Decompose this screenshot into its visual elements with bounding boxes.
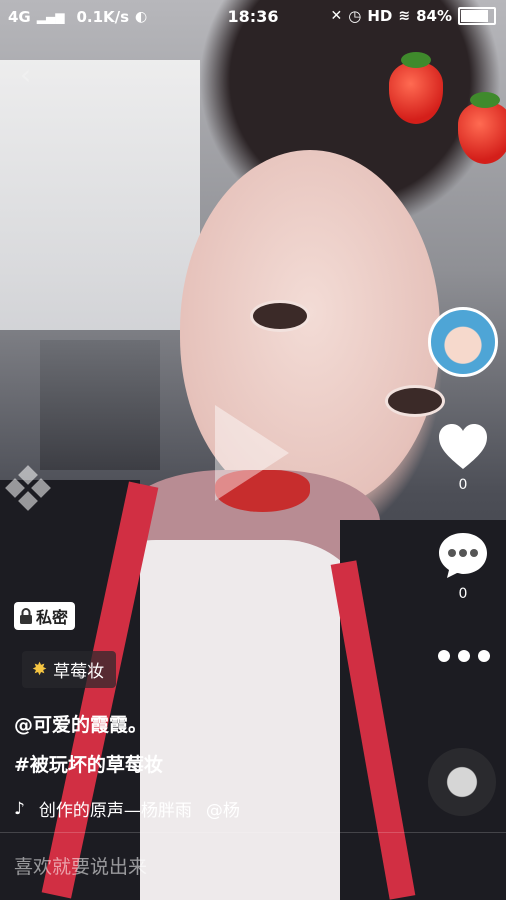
music-author: @杨 (205, 801, 240, 821)
private-label: 私密 (36, 608, 69, 627)
like-count: 0 (458, 477, 468, 493)
lock-icon (20, 608, 32, 624)
more-icon[interactable] (438, 650, 490, 662)
mute-icon: ✕ (330, 8, 343, 24)
comment-icon (439, 533, 487, 578)
comment-input[interactable]: 喜欢就要说出来 (14, 852, 147, 879)
filter-label: 草莓妆 (53, 662, 105, 682)
tiktok-note-icon: ♪ (14, 798, 25, 819)
play-icon[interactable] (215, 405, 289, 501)
private-badge: 私密 (14, 602, 76, 630)
hd-label: HD (367, 7, 393, 25)
diamond-icon[interactable] (5, 465, 51, 511)
author-avatar[interactable] (428, 307, 498, 377)
back-icon[interactable]: ‹ (20, 61, 46, 89)
battery-percent: 84% (416, 7, 452, 25)
status-bar: 4G ▂▄▆ 0.1K/s ◐ 18:36 ✕ ◷ HD ≋ 84% (0, 0, 506, 34)
comment-button[interactable]: 0 (435, 530, 491, 602)
filter-tag[interactable]: ✸ 草莓妆 (22, 651, 117, 688)
wifi-icon: ≋ (398, 8, 411, 24)
music-info[interactable]: ♪ 创作的原声—杨胖雨 @杨 (14, 796, 269, 822)
like-button[interactable]: 0 (435, 423, 491, 493)
hashtag-link[interactable]: #被玩坏的草莓妆 (14, 750, 163, 777)
comment-count: 0 (458, 586, 468, 602)
music-title: 创作的原声—杨胖雨 (38, 801, 192, 821)
magic-wand-icon: ✸ (32, 659, 48, 680)
divider (0, 832, 506, 833)
author-username[interactable]: @可爱的霞霞。 (14, 710, 147, 737)
battery-icon (458, 7, 496, 25)
music-disc[interactable] (428, 748, 496, 816)
alarm-icon: ◷ (348, 7, 362, 25)
heart-icon (439, 424, 487, 469)
clock: 18:36 (227, 7, 279, 26)
